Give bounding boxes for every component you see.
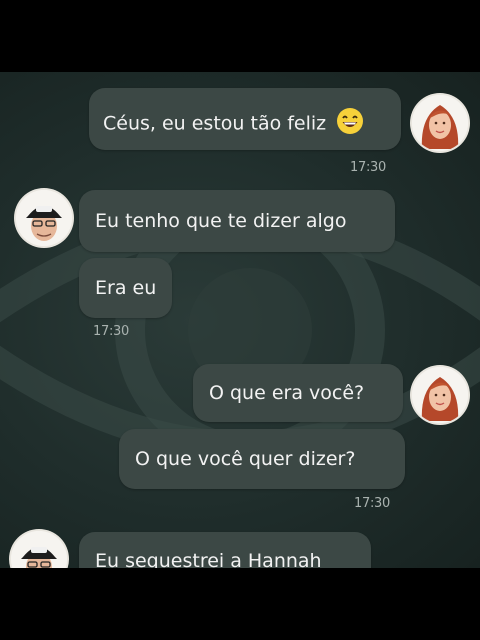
message-text: Era eu bbox=[95, 277, 157, 299]
message-timestamp: 17:30 bbox=[354, 496, 390, 511]
avatar-him[interactable] bbox=[16, 190, 72, 246]
message-text: Eu sequestrei a Hannah bbox=[95, 550, 322, 568]
message-bubble-sent[interactable]: O que era você? bbox=[193, 364, 403, 422]
message-text: Eu tenho que te dizer algo bbox=[95, 210, 347, 232]
message-bubble-received[interactable]: Era eu bbox=[79, 258, 172, 318]
avatar-her[interactable] bbox=[412, 95, 468, 151]
grinning-face-icon bbox=[336, 107, 364, 141]
message-bubble-sent[interactable]: Céus, eu estou tão feliz bbox=[89, 88, 401, 150]
message-bubble-received[interactable]: Eu tenho que te dizer algo bbox=[79, 190, 395, 252]
message-text: Céus, eu estou tão feliz bbox=[103, 112, 327, 135]
message-bubble-received[interactable]: Eu sequestrei a Hannah bbox=[79, 532, 371, 568]
chat-view: Céus, eu estou tão feliz 17:30 Eu tenho … bbox=[0, 72, 480, 568]
message-timestamp: 17:30 bbox=[93, 324, 129, 339]
message-text: O que era você? bbox=[209, 382, 365, 404]
message-text: O que você quer dizer? bbox=[135, 448, 356, 470]
message-bubble-sent[interactable]: O que você quer dizer? bbox=[119, 429, 405, 489]
avatar-her[interactable] bbox=[412, 367, 468, 423]
message-timestamp: 17:30 bbox=[350, 160, 386, 175]
